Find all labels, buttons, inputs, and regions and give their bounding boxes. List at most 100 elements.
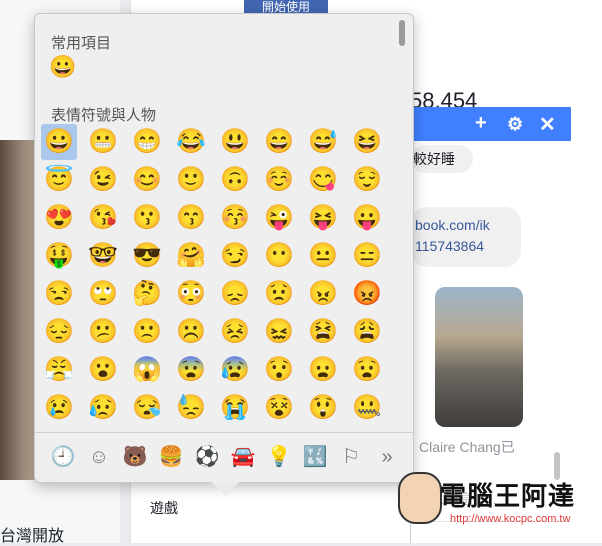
emoji-item[interactable]: 😔: [41, 314, 77, 350]
emoji-item[interactable]: 😵: [261, 390, 297, 426]
link-line-1[interactable]: book.com/ik: [415, 215, 521, 236]
category-more-icon[interactable]: »: [373, 443, 401, 471]
category-bulb-icon[interactable]: 💡: [265, 443, 293, 471]
category-food-icon[interactable]: 🍔: [157, 443, 185, 471]
emoji-item[interactable]: 😶: [261, 238, 297, 274]
category-flag-icon[interactable]: ⚐: [337, 443, 365, 471]
emoji-item[interactable]: 🙄: [85, 276, 121, 312]
emoji-item[interactable]: 😛: [349, 200, 385, 236]
emoji-item[interactable]: 😋: [305, 162, 341, 198]
picker-pointer: [211, 482, 239, 496]
emoji-item[interactable]: 😧: [349, 352, 385, 388]
emoji-item[interactable]: 🤒: [85, 428, 121, 430]
category-soccer-icon[interactable]: ⚽: [193, 443, 221, 471]
watermark-url: http://www.kocpc.com.tw: [450, 513, 571, 525]
emoji-item[interactable]: 😗: [129, 200, 165, 236]
category-symbols-icon[interactable]: 🔣: [301, 443, 329, 471]
emoji-item[interactable]: 😓: [173, 390, 209, 426]
emoji-item[interactable]: 😄: [261, 124, 297, 160]
emoji-item[interactable]: 🤐: [349, 390, 385, 426]
emoji-item[interactable]: 😚: [217, 200, 253, 236]
emoji-item[interactable]: 😌: [349, 162, 385, 198]
emoji-item[interactable]: 😈: [305, 428, 341, 430]
emoji-item[interactable]: 🤑: [41, 238, 77, 274]
start-button[interactable]: 開始使用: [244, 0, 328, 14]
emoji-item[interactable]: 😝: [305, 200, 341, 236]
category-recent-icon[interactable]: 🕘: [49, 443, 77, 471]
emoji-item[interactable]: 😍: [41, 200, 77, 236]
emoji-item[interactable]: 😏: [217, 238, 253, 274]
emoji-item[interactable]: ☺️: [261, 162, 297, 198]
emoji-item[interactable]: 😑: [349, 238, 385, 274]
emoji-item[interactable]: 😫: [305, 314, 341, 350]
shared-photo[interactable]: [435, 287, 523, 427]
emoji-item[interactable]: 😣: [217, 314, 253, 350]
emoji-item[interactable]: 😴: [173, 428, 209, 430]
emoji-item[interactable]: 😬: [85, 124, 121, 160]
emoji-item[interactable]: 😡: [349, 276, 385, 312]
emoji-item[interactable]: 😆: [349, 124, 385, 160]
emoji-item[interactable]: 😀: [41, 124, 77, 160]
emoji-item[interactable]: 😨: [173, 352, 209, 388]
emoji-item[interactable]: 😊: [129, 162, 165, 198]
emoji-item[interactable]: 🙁: [129, 314, 165, 350]
emoji-item[interactable]: 😮: [85, 352, 121, 388]
emoji-item[interactable]: 🤕: [129, 428, 165, 430]
emoji-item[interactable]: 😱: [129, 352, 165, 388]
message-bubble: 較好睡: [411, 145, 473, 173]
emoji-item[interactable]: 😩: [349, 314, 385, 350]
emoji-item[interactable]: 🙂: [173, 162, 209, 198]
frequent-emoji[interactable]: 😀: [49, 54, 76, 80]
emoji-item[interactable]: 👿: [349, 428, 385, 430]
emoji-item[interactable]: 😇: [41, 162, 77, 198]
emoji-item[interactable]: 😁: [129, 124, 165, 160]
emoji-item[interactable]: 😥: [85, 390, 121, 426]
chat-header: + ⚙ ✕: [411, 107, 571, 141]
emoji-item[interactable]: 😭: [217, 390, 253, 426]
emoji-item[interactable]: 😲: [305, 390, 341, 426]
link-line-2[interactable]: 115743864: [415, 236, 521, 257]
emoji-item[interactable]: 😂: [173, 124, 209, 160]
emoji-item[interactable]: 😕: [85, 314, 121, 350]
category-smiley-icon[interactable]: ☺: [85, 443, 113, 471]
emoji-item[interactable]: 🙃: [217, 162, 253, 198]
people-section-title: 表情符號與人物: [51, 107, 157, 124]
emoji-item[interactable]: 😘: [85, 200, 121, 236]
background-left-text: 台灣開放: [0, 528, 65, 545]
message-link-bubble[interactable]: book.com/ik 115743864: [411, 207, 521, 267]
emoji-item[interactable]: 😙: [173, 200, 209, 236]
emoji-item[interactable]: 😳: [173, 276, 209, 312]
emoji-item[interactable]: 💩: [261, 428, 297, 430]
emoji-item[interactable]: 😉: [85, 162, 121, 198]
emoji-item[interactable]: 😅: [305, 124, 341, 160]
emoji-item[interactable]: 😞: [217, 276, 253, 312]
emoji-item[interactable]: 🤓: [85, 238, 121, 274]
category-car-icon[interactable]: 🚘: [229, 443, 257, 471]
emoji-item[interactable]: 😟: [261, 276, 297, 312]
emoji-item[interactable]: 😖: [261, 314, 297, 350]
emoji-item[interactable]: 😪: [129, 390, 165, 426]
emoji-item[interactable]: 😦: [305, 352, 341, 388]
picker-scrollbar[interactable]: [399, 20, 405, 46]
emoji-item[interactable]: 🤔: [129, 276, 165, 312]
emoji-item[interactable]: 😎: [129, 238, 165, 274]
gear-icon[interactable]: ⚙: [507, 114, 523, 135]
emoji-picker: 常用項目 😀 表情符號與人物 😀 😬 😁 😂 😃 😄 😅 😆 😇 😉 😊 🙂 🙃 ☺️ 😋 😌 😍 😘 😗 😙 😚 😜 😝 😛…: [34, 13, 414, 496]
emoji-item[interactable]: 😠: [305, 276, 341, 312]
emoji-item[interactable]: 🤗: [173, 238, 209, 274]
close-icon[interactable]: ✕: [539, 112, 556, 137]
emoji-item[interactable]: 😃: [217, 124, 253, 160]
emoji-item[interactable]: 💤: [217, 428, 253, 430]
plus-icon[interactable]: +: [475, 112, 487, 135]
games-link[interactable]: 遊戲: [150, 498, 178, 518]
emoji-item[interactable]: 😰: [217, 352, 253, 388]
emoji-item[interactable]: 😷: [41, 428, 77, 430]
emoji-item[interactable]: 😒: [41, 276, 77, 312]
emoji-item[interactable]: ☹️: [173, 314, 209, 350]
emoji-item[interactable]: 😤: [41, 352, 77, 388]
emoji-item[interactable]: 😜: [261, 200, 297, 236]
emoji-item[interactable]: 😢: [41, 390, 77, 426]
category-bear-icon[interactable]: 🐻: [121, 443, 149, 471]
emoji-item[interactable]: 😯: [261, 352, 297, 388]
emoji-item[interactable]: 😐: [305, 238, 341, 274]
